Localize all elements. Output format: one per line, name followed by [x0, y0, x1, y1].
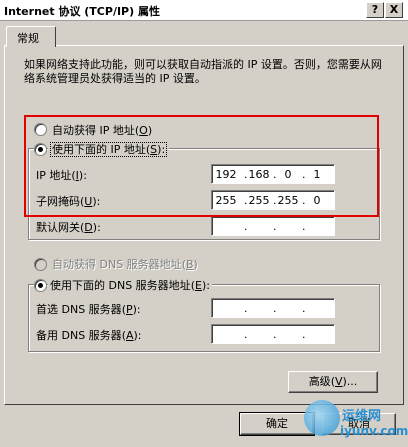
- gateway-field[interactable]: . . .: [211, 216, 335, 236]
- alternate-dns-field[interactable]: . . .: [211, 324, 335, 344]
- auto-dns-radio: [34, 258, 47, 271]
- gateway-label: 默认网关(D):: [36, 221, 101, 234]
- window-title: Internet 协议 (TCP/IP) 属性: [4, 5, 160, 18]
- watermark-logo: [304, 400, 340, 436]
- highlight-box: [24, 115, 379, 217]
- help-button[interactable]: ?: [366, 2, 384, 18]
- manual-dns-radio[interactable]: [34, 279, 47, 292]
- preferred-dns-field[interactable]: . . .: [211, 298, 335, 318]
- advanced-button[interactable]: 高级(V)...: [288, 371, 378, 393]
- ok-button[interactable]: 确定: [239, 412, 315, 436]
- auto-dns-label: 自动获得 DNS 服务器地址(B): [52, 258, 198, 271]
- description-text: 如果网络支持此功能，则可以获取自动指派的 IP 设置。否则，您需要从网络系统管理…: [24, 58, 382, 85]
- title-bar: Internet 协议 (TCP/IP) 属性 ? X: [0, 0, 408, 21]
- watermark-line2: iyunv.com: [340, 424, 408, 438]
- preferred-dns-label: 首选 DNS 服务器(P):: [36, 303, 141, 316]
- alternate-dns-label: 备用 DNS 服务器(A):: [36, 329, 142, 342]
- close-button[interactable]: X: [385, 2, 403, 18]
- watermark-line1: 运维网: [342, 409, 382, 424]
- tab-general-label: 常规: [17, 32, 39, 45]
- manual-dns-label[interactable]: 使用下面的 DNS 服务器地址(E):: [48, 277, 212, 293]
- tab-general[interactable]: 常规: [6, 26, 56, 47]
